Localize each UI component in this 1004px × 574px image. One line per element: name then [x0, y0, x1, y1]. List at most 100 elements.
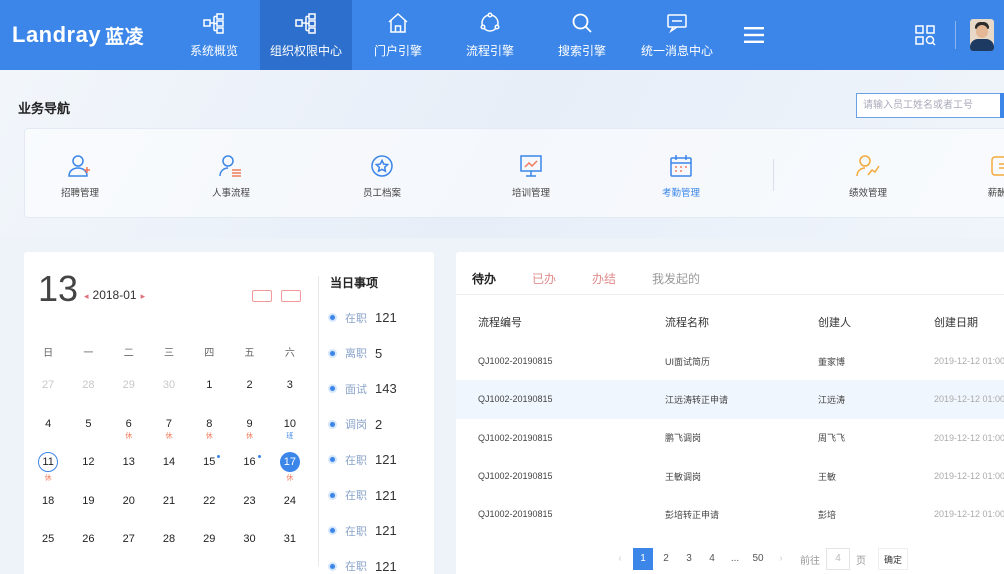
calendar-day-cell[interactable]: 31 — [270, 528, 310, 567]
daily-event-item[interactable]: 在职 121 — [330, 513, 397, 549]
calendar-day-cell[interactable]: 29 — [189, 528, 229, 567]
calendar-day-cell[interactable]: 5 — [68, 413, 108, 452]
prev-page-button[interactable]: ‹ — [610, 548, 630, 570]
calendar-day-cell[interactable]: 28 — [149, 528, 189, 567]
user-list-icon — [219, 155, 241, 177]
calendar-day-cell[interactable]: 15 — [189, 451, 229, 490]
calendar-day-cell[interactable]: 4 — [28, 413, 68, 452]
biz-item-hr-process[interactable]: 人事流程 — [186, 153, 276, 199]
daily-event-item[interactable]: 离职 5 — [330, 336, 397, 372]
calendar-day-cell[interactable]: 26 — [68, 528, 108, 567]
biz-item-training[interactable]: 培训管理 — [486, 153, 576, 199]
calendar-day-cell[interactable]: 16 — [229, 451, 269, 490]
daily-event-item[interactable]: 调岗 2 — [330, 407, 397, 443]
day-number: 8 — [206, 417, 213, 430]
calendar-day-cell[interactable]: 1 — [189, 374, 229, 413]
calendar-day-cell[interactable]: 17 休 — [270, 451, 310, 490]
calendar-day-cell[interactable]: 11 休 — [28, 451, 68, 490]
tab-initiated-by-me[interactable]: 我发起的 — [652, 270, 700, 287]
tab-done[interactable]: 已办 — [532, 270, 556, 287]
calendar-view-button[interactable] — [252, 290, 272, 302]
calendar-day-cell[interactable]: 19 — [68, 490, 108, 529]
calendar-day-cell[interactable]: 27 — [28, 374, 68, 413]
biz-item-salary[interactable]: 薪酬管 — [957, 153, 1004, 199]
user-avatar[interactable] — [970, 19, 994, 51]
event-count: 2 — [375, 416, 383, 432]
bullet-dot — [330, 421, 335, 427]
calendar-day-cell[interactable]: 6休 — [109, 413, 149, 452]
day-number: 21 — [162, 494, 176, 507]
bullet-dot — [330, 350, 335, 356]
nav-org-permission-center[interactable]: 组织权限中心 — [260, 0, 352, 70]
table-row[interactable]: QJ1002-20190815 王敏调岗 王敏 2019-12-12 01:00 — [456, 457, 1004, 495]
page-number-button[interactable]: 2 — [656, 548, 676, 570]
page-number-button[interactable]: 3 — [679, 548, 699, 570]
calendar-day-cell[interactable]: 20 — [109, 490, 149, 529]
biz-item-employee-records[interactable]: 员工档案 — [337, 153, 427, 199]
event-label: 在职 — [345, 454, 367, 467]
daily-event-item[interactable]: 面试 143 — [330, 371, 397, 407]
tab-todo[interactable]: 待办 — [472, 270, 496, 287]
day-number: 2 — [246, 379, 253, 391]
calendar-day-cell[interactable]: 29 — [109, 374, 149, 413]
nav-portal-engine[interactable]: 门户引擎 — [352, 0, 444, 70]
calendar-day-cell[interactable]: 8休 — [189, 413, 229, 452]
calendar-month-label: 2018-01 — [92, 288, 137, 302]
calendar-day-cell[interactable]: 30 — [229, 528, 269, 567]
calendar-day-cell[interactable]: 18 — [28, 490, 68, 529]
calendar-day-cell[interactable]: 10 班 — [270, 413, 310, 452]
cycle-icon — [480, 12, 500, 32]
daily-event-item[interactable]: 在职 121 — [330, 478, 397, 514]
calendar-day-cell[interactable]: 14 — [149, 451, 189, 490]
event-label: 在职 — [345, 561, 367, 574]
search-icon — [572, 13, 592, 33]
calendar-refresh-button[interactable] — [281, 290, 301, 302]
calendar-day-cell[interactable]: 23 — [229, 490, 269, 529]
biz-item-attendance[interactable]: 考勤管理 — [636, 153, 726, 199]
app-grid-button[interactable] — [905, 24, 945, 46]
event-label: 调岗 — [345, 419, 367, 432]
calendar-day-cell[interactable]: 12 — [68, 451, 108, 490]
nav-unified-message-center[interactable]: 统一消息中心 — [628, 0, 726, 70]
daily-event-item[interactable]: 在职 121 — [330, 300, 397, 336]
day-number: 31 — [283, 533, 296, 546]
nav-search-engine[interactable]: 搜索引擎 — [536, 0, 628, 70]
nav-process-engine[interactable]: 流程引擎 — [444, 0, 536, 70]
calendar-day-cell[interactable]: 28 — [68, 374, 108, 413]
goto-page-input[interactable]: 4 — [826, 548, 850, 570]
prev-month-arrow-icon[interactable]: ◂ — [84, 291, 89, 301]
landray-logo[interactable]: Landray 蓝凌 — [0, 0, 168, 70]
calendar-day-cell[interactable]: 30 — [149, 374, 189, 413]
calendar-day-cell[interactable]: 9休 — [229, 413, 269, 452]
nav-system-overview[interactable]: 系统概览 — [168, 0, 260, 70]
page-number-button[interactable]: 1 — [633, 548, 653, 570]
nav-label: 系统概览 — [189, 44, 238, 58]
daily-event-item[interactable]: 在职 121 — [330, 442, 397, 478]
calendar-day-cell[interactable]: 21 — [149, 490, 189, 529]
daily-event-item[interactable]: 在职 121 — [330, 549, 397, 574]
table-row[interactable]: QJ1002-20190815 江远涛转正申请 江远涛 2019-12-12 01:0… — [456, 380, 1004, 419]
calendar-day-cell[interactable]: 25 — [28, 528, 68, 567]
tab-completed[interactable]: 办结 — [592, 270, 616, 287]
next-page-button[interactable]: › — [771, 548, 791, 570]
calendar-day-cell[interactable]: 13 — [109, 451, 149, 490]
calendar-day-cell[interactable]: 2 — [229, 374, 269, 413]
page-number-button[interactable]: 50 — [748, 548, 768, 570]
biz-item-performance[interactable]: 绩效管理 — [823, 153, 913, 199]
next-month-arrow-icon[interactable]: ▸ — [141, 291, 146, 301]
table-cell: 2019-12-12 01:00 — [934, 432, 1004, 443]
employee-search-input[interactable]: 请输入员工姓名或者工号 — [856, 93, 1004, 118]
calendar-day-cell[interactable]: 3 — [270, 374, 310, 413]
calendar-day-cell[interactable]: 27 — [109, 528, 149, 567]
page-number-button[interactable]: 4 — [702, 548, 722, 570]
calendar-day-cell[interactable]: 22 — [189, 490, 229, 529]
table-row[interactable]: QJ1002-20190815 彭培转正申请 彭培 2019-12-12 01:00 — [456, 495, 1004, 533]
biz-item-recruitment[interactable]: 招聘管理 — [35, 153, 125, 199]
calendar-day-cell[interactable]: 24 — [270, 490, 310, 529]
event-count: 121 — [375, 558, 397, 574]
table-row[interactable]: QJ1002-20190815 UI面试简历 董家博 2019-12-12 01:00 — [456, 342, 1004, 380]
goto-confirm-button[interactable]: 确定 — [878, 548, 909, 570]
calendar-day-cell[interactable]: 7休 — [149, 413, 189, 452]
hamburger-menu-button[interactable] — [726, 0, 782, 70]
table-row[interactable]: QJ1002-20190815 鹏飞调岗 周飞飞 2019-12-12 01:00 — [456, 419, 1004, 457]
